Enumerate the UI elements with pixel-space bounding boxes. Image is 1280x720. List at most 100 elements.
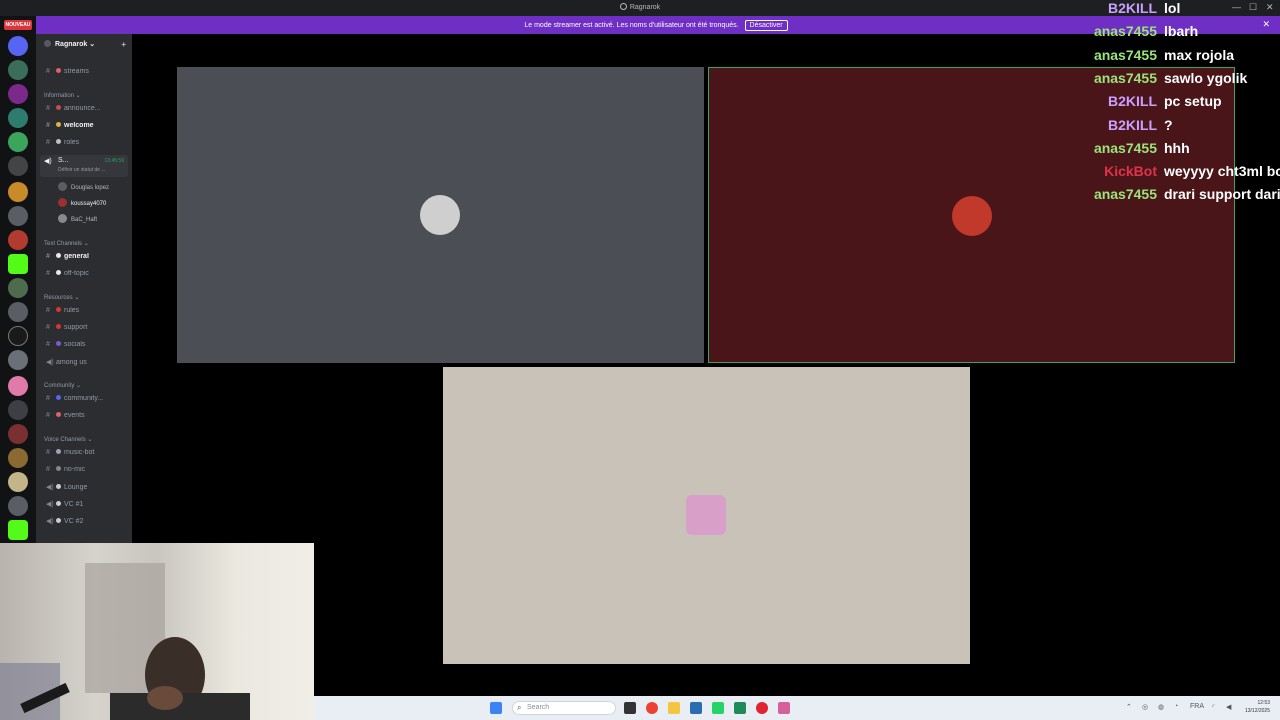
channel-streams[interactable]: # streams — [46, 68, 126, 80]
hash-icon: # — [46, 449, 50, 456]
chat-username: B2KILL — [1108, 0, 1157, 16]
channel-events[interactable]: # events — [46, 412, 126, 424]
channel-welcome[interactable]: # welcome — [46, 122, 126, 134]
tray-app-icon[interactable]: ◔ — [1174, 703, 1178, 710]
server-icon[interactable] — [8, 326, 28, 346]
media-app-icon[interactable] — [624, 702, 636, 714]
channel-vc1[interactable]: ◀) VC #1 — [46, 500, 126, 512]
chat-username: anas7455 — [1093, 69, 1157, 86]
language-indicator[interactable]: FRA — [1190, 703, 1204, 710]
chevron-down-icon: ⌄ — [89, 41, 96, 48]
speaker-icon: ◀) — [46, 518, 54, 525]
wifi-icon[interactable]: ◜ — [1212, 703, 1215, 711]
whatsapp-icon[interactable] — [712, 702, 724, 714]
voice-user[interactable]: koussay4070 — [58, 198, 106, 207]
channel-socials[interactable]: # socials — [46, 341, 126, 353]
channel-emoji-icon — [56, 253, 61, 258]
kick-icon[interactable] — [8, 520, 28, 540]
kick-icon[interactable] — [8, 254, 28, 274]
server-rail: NOUVEAU — [0, 16, 36, 544]
discord-icon — [619, 3, 627, 10]
channel-emoji-icon — [56, 105, 61, 110]
avatar — [686, 495, 726, 535]
app-icon[interactable] — [690, 702, 702, 714]
server-icon[interactable] — [8, 230, 28, 250]
server-icon[interactable] — [8, 496, 28, 516]
server-icon[interactable] — [8, 36, 28, 56]
avatar — [58, 214, 67, 223]
channel-among-us[interactable]: ◀) among us — [46, 358, 126, 370]
chat-message: anas7455 drari support dari — [1060, 186, 1280, 209]
chat-text: pc setup — [1164, 93, 1222, 110]
set-status-prompt[interactable]: Définir un statut de ... — [58, 167, 106, 173]
avatar — [58, 182, 67, 191]
voice-user[interactable]: Douglas lopez — [58, 182, 109, 191]
server-avatar-icon — [44, 40, 51, 47]
file-explorer-icon[interactable] — [668, 702, 680, 714]
server-icon[interactable] — [8, 278, 28, 298]
server-header[interactable]: Ragnarok ⌄ + — [44, 40, 132, 54]
category-information[interactable]: Information ⌄ — [44, 92, 81, 99]
channel-rules[interactable]: # rules — [46, 307, 126, 319]
channel-off-topic[interactable]: # off-topic — [46, 270, 126, 282]
disable-streamer-mode-button[interactable]: Désactiver — [744, 20, 788, 31]
tray-app-icon[interactable]: ◎ — [1142, 703, 1148, 711]
windows-start-icon[interactable] — [490, 702, 502, 714]
app-icon[interactable] — [778, 702, 790, 714]
channel-lounge[interactable]: ◀) Lounge — [46, 483, 126, 495]
server-icon[interactable] — [8, 350, 28, 370]
channel-emoji-icon — [56, 68, 61, 73]
channel-general[interactable]: # general — [46, 253, 126, 265]
active-voice-channel[interactable]: ◀) S... 13:45:59 Définir un statut de ..… — [40, 155, 128, 177]
server-icon[interactable] — [8, 472, 28, 492]
server-icon[interactable] — [8, 182, 28, 202]
channel-emoji-icon — [56, 139, 61, 144]
server-icon[interactable] — [8, 132, 28, 152]
channel-announcements[interactable]: # announce... — [46, 105, 126, 117]
server-icon[interactable] — [8, 60, 28, 80]
server-icon[interactable] — [8, 206, 28, 226]
channel-support[interactable]: # support — [46, 324, 126, 336]
chat-message: KickBot weyyyy cht3ml bo — [1060, 163, 1280, 186]
channel-no-mic[interactable]: # no-mic — [46, 466, 126, 478]
channel-vc2[interactable]: ◀) VC #2 — [46, 517, 126, 529]
webcam-feed — [0, 543, 314, 720]
server-icon[interactable] — [8, 424, 28, 444]
channel-roles[interactable]: # roles — [46, 139, 126, 151]
video-tile[interactable] — [443, 367, 970, 664]
hash-icon: # — [46, 324, 50, 331]
voice-user[interactable]: BaC_Haft — [58, 214, 97, 223]
server-icon[interactable] — [8, 108, 28, 128]
category-resources[interactable]: Resources ⌄ — [44, 294, 79, 301]
taskbar-search[interactable]: ⌕ Search — [512, 701, 616, 715]
app-icon[interactable] — [734, 702, 746, 714]
server-icon[interactable] — [8, 156, 28, 176]
hash-icon: # — [46, 307, 50, 314]
avatar — [58, 198, 67, 207]
server-icon[interactable] — [8, 400, 28, 420]
chat-text: weyyyy cht3ml bo — [1164, 163, 1280, 180]
server-icon[interactable] — [8, 376, 28, 396]
chrome-icon[interactable] — [646, 702, 658, 714]
tray-chevron-icon[interactable]: ⌃ — [1126, 703, 1132, 711]
video-tile[interactable] — [177, 67, 704, 363]
category-community[interactable]: Community ⌄ — [44, 382, 81, 389]
server-icon[interactable] — [8, 302, 28, 322]
system-clock[interactable]: 12:53 13/12/2025 — [1245, 699, 1270, 715]
add-member-icon[interactable]: + — [121, 40, 126, 49]
category-text-channels[interactable]: Text Channels ⌄ — [44, 240, 89, 247]
chat-text: max rojola — [1164, 46, 1235, 63]
hash-icon: # — [46, 395, 50, 402]
chat-username: KickBot — [1104, 163, 1157, 180]
tray-app-icon[interactable]: ◍ — [1158, 703, 1164, 711]
opera-icon[interactable] — [756, 702, 768, 714]
chat-text: drari support dari — [1164, 186, 1280, 203]
category-voice-channels[interactable]: Voice Channels ⌄ — [44, 436, 92, 443]
hash-icon: # — [46, 68, 50, 75]
volume-icon[interactable]: ◀ — [1226, 703, 1231, 711]
server-icon[interactable] — [8, 84, 28, 104]
channel-community[interactable]: # community... — [46, 395, 126, 407]
channel-emoji-icon — [56, 518, 61, 523]
channel-music-bot[interactable]: # music-bot — [46, 449, 126, 461]
server-icon[interactable] — [8, 448, 28, 468]
